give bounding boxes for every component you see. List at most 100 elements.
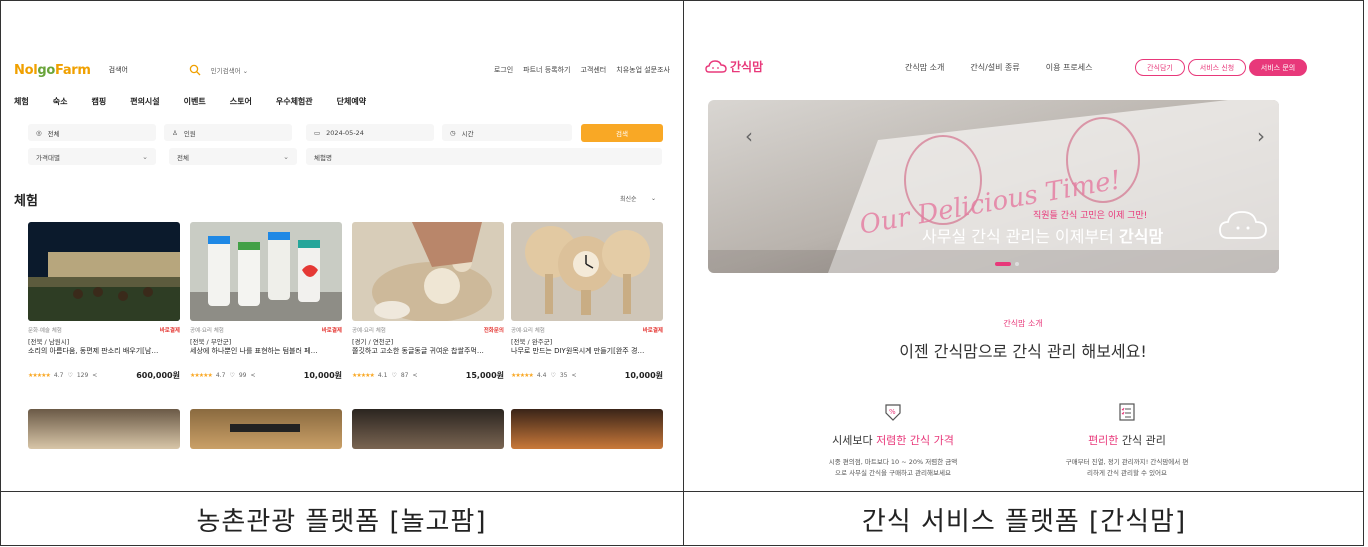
chevron-down-icon: ⌄ (142, 152, 148, 161)
card-category: 공예·요리 체험 (190, 328, 224, 334)
nav-item[interactable]: 간식맘 소개 (905, 62, 944, 73)
card-title: 쫄깃하고 고소한 동글동글 귀여운 찹쌀주먹… (352, 347, 484, 355)
rating: 4.7 (53, 372, 64, 379)
nav-item[interactable]: 캠핑 (91, 96, 106, 107)
main-nav: 체험 숙소 캠핑 편의시설 이벤트 스토어 우수체험관 단체예약 (14, 96, 366, 107)
carousel-indicator[interactable] (995, 262, 1011, 266)
search-button[interactable]: 검색 (581, 124, 663, 142)
section-title: 체험 (14, 194, 38, 209)
feature-management: 편리한 간식 관리 구매부터 진열, 정기 관리까지! 간식맘에서 편 리하게 … (1027, 402, 1227, 477)
login-link[interactable]: 로그인 (494, 65, 513, 75)
activity-name-input[interactable]: 체험명 (306, 148, 662, 165)
hero-banner: Our Delicious Time! 직원들 간식 고민은 이제 그만! 사무… (708, 100, 1279, 273)
card-title: 세상에 하나뿐인 나를 표현하는 텀블러 페… (190, 347, 318, 355)
checklist-icon (1119, 403, 1135, 421)
price-select[interactable]: 가격대별 ⌄ (28, 148, 156, 165)
apply-button[interactable]: 서비스 신청 (1188, 59, 1246, 76)
like-count: 35 (559, 372, 568, 379)
ganshikmom-screenshot: 간식맘 간식맘 소개 간식/설비 종류 이용 프로세스 간식담기 서비스 신청 … (697, 52, 1349, 486)
vertical-divider (683, 0, 684, 546)
nav-item[interactable]: 우수체험관 (276, 96, 313, 107)
card-title: 나무로 만드는 DIY원목시계 만들기[완주 경… (511, 347, 645, 355)
star-rating-icon: ★★★★★ (28, 372, 51, 379)
card-image[interactable] (511, 409, 663, 449)
nav-item[interactable]: 이용 프로세스 (1046, 62, 1093, 73)
share-icon[interactable]: < (92, 372, 97, 379)
heart-icon[interactable]: ♡ (67, 372, 72, 379)
card-location: [전북 / 완주군] (511, 338, 553, 346)
popular-search-dropdown[interactable]: 인기검색어 ⌄ (211, 65, 248, 75)
heart-icon[interactable]: ♡ (229, 372, 234, 379)
people-filter[interactable]: ♙ 인원 (164, 124, 292, 141)
nav-item[interactable]: 단체예약 (337, 96, 366, 107)
chevron-down-icon: ⌄ (650, 194, 656, 202)
inquiry-button[interactable]: 서비스 문의 (1249, 59, 1307, 76)
logo[interactable]: 간식맘 (705, 58, 763, 75)
card-image (352, 222, 504, 321)
price: 15,000원 (465, 371, 504, 380)
share-icon[interactable]: < (250, 372, 255, 379)
card-image[interactable] (352, 409, 504, 449)
card-location: [경기 / 연천군] (352, 338, 394, 346)
share-icon[interactable]: < (412, 372, 417, 379)
search-input[interactable]: 검색어 (109, 63, 201, 77)
nolgofarm-screenshot: NolgoFarm 검색어 인기검색어 ⌄ 로그인 파트너 등록하기 고객센터 … (14, 54, 670, 449)
card-category: 공예·요리 체험 (511, 328, 545, 334)
card-image[interactable] (190, 409, 342, 449)
heart-icon[interactable]: ♡ (550, 372, 555, 379)
support-link[interactable]: 고객센터 (580, 65, 606, 75)
cloud-logo-icon (705, 59, 727, 73)
rating: 4.1 (377, 372, 388, 379)
rating: 4.4 (536, 372, 547, 379)
chevron-down-icon: ⌄ (283, 152, 289, 161)
share-icon[interactable]: < (571, 372, 576, 379)
survey-link[interactable]: 치유농업 설문조사 (616, 65, 670, 75)
activity-card[interactable]: 문화·예술 체험 바로결제 [전북 / 남원시] 소리의 아름다움, 동편제 판소… (28, 222, 180, 381)
activity-card[interactable]: 공예·요리 체험 바로결제 [전북 / 완주군] 나무로 만드는 DIY원목시계 … (511, 222, 663, 381)
card-badge: 전화문의 (483, 328, 504, 334)
price: 10,000원 (303, 371, 342, 380)
logo[interactable]: NolgoFarm (14, 63, 91, 78)
nav-item[interactable]: 편의시설 (130, 96, 159, 107)
cart-button[interactable]: 간식담기 (1135, 59, 1185, 76)
price: 10,000원 (624, 371, 663, 380)
caption-left: 농촌관광 플랫폼 [놀고팜] (196, 506, 487, 537)
card-location: [전북 / 남원시] (28, 338, 70, 346)
main-nav: 간식맘 소개 간식/설비 종류 이용 프로세스 (905, 62, 1092, 73)
feature-price: % 시세보다 저렴한 간식 가격 시중 편의점, 마트보다 10 ~ 20% 저… (793, 402, 993, 477)
like-count: 99 (238, 372, 247, 379)
card-image[interactable] (28, 409, 180, 449)
time-filter[interactable]: ◷ 시간 (442, 124, 572, 141)
heart-icon[interactable]: ♡ (391, 372, 396, 379)
nav-item[interactable]: 숙소 (53, 96, 68, 107)
region-filter[interactable]: ◎ 전체 (28, 124, 156, 141)
card-location: [전북 / 부안군] (190, 338, 232, 346)
discount-tag-icon: % (885, 404, 901, 421)
card-image (28, 222, 180, 321)
nav-item[interactable]: 이벤트 (184, 96, 206, 107)
partner-link[interactable]: 파트너 등록하기 (523, 65, 570, 75)
intro-title: 이젠 간식맘으로 간식 관리 해보세요! (899, 342, 1147, 361)
nav-item[interactable]: 체험 (14, 96, 29, 107)
clock-icon: ◷ (450, 128, 456, 137)
like-count: 129 (76, 372, 89, 379)
card-image (511, 222, 663, 321)
search-icon[interactable] (189, 64, 201, 76)
sort-select[interactable]: 최신순 ⌄ (614, 191, 662, 205)
nav-item[interactable]: 간식/설비 종류 (970, 62, 1019, 73)
chevron-right-icon[interactable]: › (1257, 124, 1265, 148)
star-rating-icon: ★★★★★ (352, 372, 375, 379)
activity-card[interactable]: 공예·요리 체험 전화문의 [경기 / 연천군] 쫄깃하고 고소한 동글동글 귀여… (352, 222, 504, 381)
card-badge: 바로결제 (321, 328, 342, 334)
intro-label: 간식맘 소개 (1003, 319, 1043, 328)
nav-item[interactable]: 스토어 (230, 96, 252, 107)
card-category: 공예·요리 체험 (352, 328, 386, 334)
header: NolgoFarm 검색어 인기검색어 ⌄ 로그인 파트너 등록하기 고객센터 … (14, 54, 670, 86)
category-select[interactable]: 전체 ⌄ (169, 148, 297, 165)
carousel-dot[interactable] (1015, 262, 1019, 266)
chevron-left-icon[interactable]: ‹ (745, 124, 753, 148)
activity-card[interactable]: 공예·요리 체험 바로결제 [전북 / 부안군] 세상에 하나뿐인 나를 표현하는… (190, 222, 342, 381)
card-title: 소리의 아름다움, 동편제 판소리 배우기[남… (28, 347, 159, 355)
hero-subtext: 직원들 간식 고민은 이제 그만! (1033, 211, 1148, 221)
date-filter[interactable]: ▭ 2024-05-24 (306, 124, 434, 141)
